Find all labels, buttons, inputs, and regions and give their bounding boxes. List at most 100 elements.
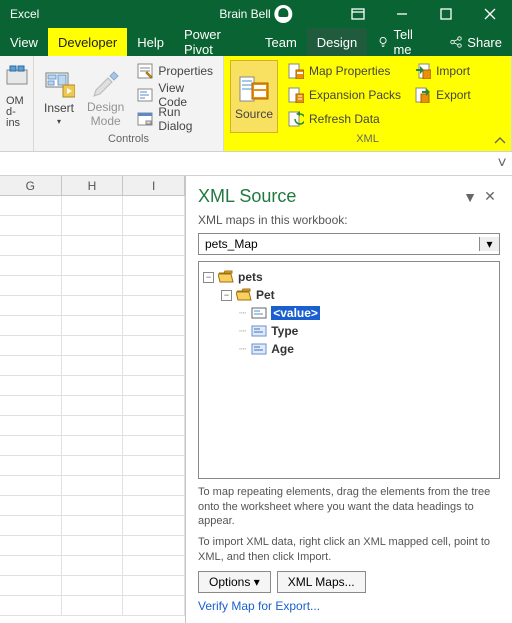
xml-maps-button[interactable]: XML Maps... xyxy=(277,571,366,593)
cell[interactable] xyxy=(0,256,62,276)
cell[interactable] xyxy=(62,396,124,416)
cell[interactable] xyxy=(123,216,185,236)
cell[interactable] xyxy=(0,436,62,456)
expansion-packs-button[interactable]: Expansion Packs xyxy=(284,84,405,106)
cell[interactable] xyxy=(0,416,62,436)
tree-node-type[interactable]: ┈ Type xyxy=(203,322,495,340)
cell[interactable] xyxy=(0,216,62,236)
cell[interactable] xyxy=(123,456,185,476)
cell[interactable] xyxy=(123,556,185,576)
cell[interactable] xyxy=(62,496,124,516)
cell[interactable] xyxy=(62,556,124,576)
tree-node-value[interactable]: ┈ <value> xyxy=(203,304,495,322)
xml-maps-dropdown[interactable]: pets_Map ▾ xyxy=(198,233,500,255)
cell[interactable] xyxy=(0,336,62,356)
maximize-button[interactable] xyxy=(424,0,468,28)
cell[interactable] xyxy=(123,296,185,316)
map-properties-button[interactable]: Map Properties xyxy=(284,60,405,82)
tell-me[interactable]: Tell me xyxy=(367,28,439,56)
cell[interactable] xyxy=(123,436,185,456)
formula-bar-expand[interactable]: ˅ xyxy=(492,155,512,173)
cell[interactable] xyxy=(123,576,185,596)
minimize-button[interactable] xyxy=(380,0,424,28)
cell[interactable] xyxy=(62,576,124,596)
cell[interactable] xyxy=(62,476,124,496)
worksheet-grid[interactable]: G H I xyxy=(0,176,186,623)
tree-node-age[interactable]: ┈ Age xyxy=(203,340,495,358)
cell[interactable] xyxy=(123,516,185,536)
cell[interactable] xyxy=(62,516,124,536)
tab-power-pivot[interactable]: Power Pivot xyxy=(174,28,255,56)
cell[interactable] xyxy=(0,556,62,576)
cell[interactable] xyxy=(123,236,185,256)
cell[interactable] xyxy=(62,376,124,396)
export-button[interactable]: Export xyxy=(411,84,475,106)
cell[interactable] xyxy=(62,536,124,556)
cell[interactable] xyxy=(123,316,185,336)
cell[interactable] xyxy=(123,596,185,616)
cell[interactable] xyxy=(62,296,124,316)
cell[interactable] xyxy=(123,396,185,416)
tab-design[interactable]: Design xyxy=(307,28,367,56)
tree-node-pet[interactable]: − Pet xyxy=(203,286,495,304)
view-code-button[interactable]: View Code xyxy=(133,84,217,106)
cell[interactable] xyxy=(0,276,62,296)
cell[interactable] xyxy=(62,456,124,476)
run-dialog-button[interactable]: Run Dialog xyxy=(133,108,217,130)
cell[interactable] xyxy=(123,496,185,516)
cell[interactable] xyxy=(0,476,62,496)
cell[interactable] xyxy=(62,256,124,276)
cell[interactable] xyxy=(0,316,62,336)
pane-close-button[interactable]: ✕ xyxy=(480,188,500,205)
cell[interactable] xyxy=(123,276,185,296)
insert-controls-button[interactable]: Insert ▾ xyxy=(40,60,78,133)
pane-options-button[interactable]: ▼ xyxy=(460,189,480,205)
cell[interactable] xyxy=(123,376,185,396)
cell[interactable] xyxy=(62,236,124,256)
cell[interactable] xyxy=(0,456,62,476)
cell[interactable] xyxy=(62,416,124,436)
cell[interactable] xyxy=(0,236,62,256)
cell[interactable] xyxy=(62,316,124,336)
cell[interactable] xyxy=(62,356,124,376)
cell[interactable] xyxy=(0,196,62,216)
cell[interactable] xyxy=(62,196,124,216)
cell[interactable] xyxy=(0,576,62,596)
tree-node-root[interactable]: − pets xyxy=(203,268,495,286)
import-button[interactable]: Import xyxy=(411,60,475,82)
cell[interactable] xyxy=(62,596,124,616)
chevron-down-icon[interactable]: ▾ xyxy=(479,237,499,251)
cell[interactable] xyxy=(123,416,185,436)
cell[interactable] xyxy=(0,396,62,416)
properties-button[interactable]: Properties xyxy=(133,60,217,82)
options-button[interactable]: Options ▾ xyxy=(198,571,271,593)
cell[interactable] xyxy=(123,476,185,496)
tab-team[interactable]: Team xyxy=(255,28,307,56)
col-header-g[interactable]: G xyxy=(0,176,62,195)
ribbon-display-options-button[interactable] xyxy=(336,0,380,28)
formula-bar[interactable]: ˅ xyxy=(0,152,512,176)
tab-developer[interactable]: Developer xyxy=(48,28,127,56)
cell[interactable] xyxy=(123,536,185,556)
cell[interactable] xyxy=(0,376,62,396)
cell[interactable] xyxy=(0,296,62,316)
cell[interactable] xyxy=(62,336,124,356)
collapse-ribbon-button[interactable] xyxy=(492,133,508,149)
cell[interactable] xyxy=(123,256,185,276)
cell[interactable] xyxy=(62,436,124,456)
bell-icon[interactable] xyxy=(275,5,293,23)
share-button[interactable]: Share xyxy=(439,28,512,56)
cell[interactable] xyxy=(62,216,124,236)
cell[interactable] xyxy=(123,336,185,356)
xml-tree[interactable]: − pets − Pet ┈ <value> ┈ Type ┈ xyxy=(198,261,500,479)
col-header-i[interactable]: I xyxy=(123,176,185,195)
close-button[interactable] xyxy=(468,0,512,28)
cell[interactable] xyxy=(0,516,62,536)
cell[interactable] xyxy=(123,196,185,216)
cell[interactable] xyxy=(0,356,62,376)
source-button[interactable]: Source xyxy=(230,60,278,133)
cell[interactable] xyxy=(0,536,62,556)
cell[interactable] xyxy=(123,356,185,376)
tab-view[interactable]: View xyxy=(0,28,48,56)
col-header-h[interactable]: H xyxy=(62,176,124,195)
